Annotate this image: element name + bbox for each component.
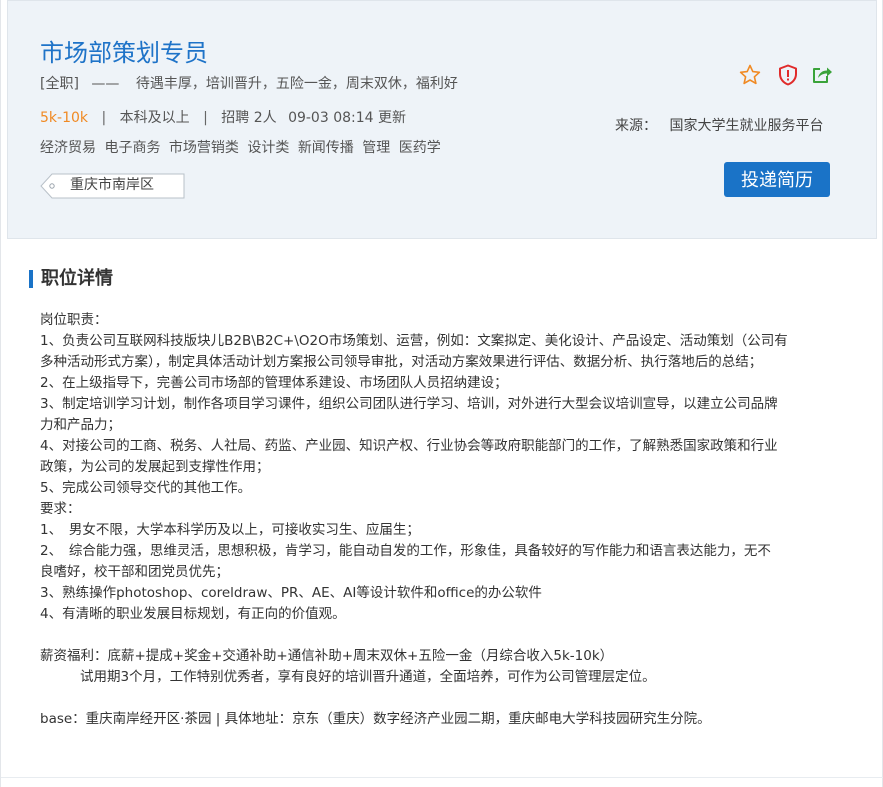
hiring-count: 招聘 2人 <box>221 110 277 126</box>
description-line: 要求： <box>40 501 81 517</box>
category-tag: 管理 <box>362 140 391 156</box>
description-line: 2、 综合能力强，思维灵活，思想积极，肯学习，能自动自发的工作，形象佳，具备较好… <box>40 543 771 559</box>
description-line: 试用期3个月，工作特别优秀者，享有良好的培训晋升通道，全面培养，可作为公司管理层… <box>80 669 656 685</box>
shield-alert-icon[interactable] <box>776 63 800 87</box>
location-tag[interactable]: 重庆市南岸区 <box>40 173 185 199</box>
description-line: 2、在上级指导下，完善公司市场部的管理体系建设、市场团队人员招纳建设； <box>40 375 508 391</box>
description-line: 4、有清晰的职业发展目标规划，有正向的价值观。 <box>40 606 346 622</box>
source-value: 国家大学生就业服务平台 <box>669 118 824 134</box>
description-line: 1、 男女不限，大学本科学历及以上，可接收实习生、应届生； <box>40 522 420 538</box>
description-line: 多种活动形式方案），制定具体活动计划方案报公司领导审批，对活动方案效果进行评估、… <box>40 354 763 370</box>
apply-resume-button[interactable]: 投递简历 <box>724 162 830 197</box>
salary: 5k-10k <box>40 110 88 126</box>
category-tag: 医药学 <box>398 140 441 156</box>
star-icon[interactable] <box>738 63 762 87</box>
section-title: 职位详情 <box>41 268 113 289</box>
description-line: 4、对接公司的工商、税务、人社局、药监、产业园、知识产权、行业协会等政府职能部门… <box>40 438 778 454</box>
category-tag: 经济贸易 <box>40 140 96 156</box>
meta-separator: | <box>101 110 107 126</box>
education: 本科及以上 <box>119 110 190 126</box>
description-line: 政策，为公司的发展起到支撑性作用； <box>40 459 270 475</box>
job-detail-page: 市场部策划专员 [全职] —— 待遇丰厚，培训晋升，五险一金，周末双休，福利好 … <box>0 0 883 787</box>
description-line: 3、熟练操作photoshop、coreldraw、PR、AE、AI等设计软件和… <box>40 585 542 601</box>
job-type: [全职] <box>40 76 79 92</box>
description-line: base：重庆南岸经开区·茶园 | 具体地址：京东（重庆）数字经济产业园二期，重… <box>40 711 711 727</box>
job-perks: 待遇丰厚，培训晋升，五险一金，周末双休，福利好 <box>135 76 458 92</box>
category-tag: 电子商务 <box>104 140 161 156</box>
category-tag: 市场营销类 <box>168 140 239 156</box>
description-line: 薪资福利：底薪+提成+奖金+交通补助+通信补助+周末双休+五险一金（月综合收入5… <box>40 648 614 664</box>
job-description: 岗位职责： 1、负责公司互联网科技版块儿B2B\B2C+\O2O市场策划、运营，… <box>40 310 850 730</box>
job-meta: 5k-10k | 本科及以上 | 招聘 2人 09-03 08:14 更新 <box>40 108 406 128</box>
action-icons <box>738 63 838 87</box>
updated-time: 09-03 08:14 更新 <box>288 110 406 126</box>
description-line: 1、负责公司互联网科技版块儿B2B\B2C+\O2O市场策划、运营，例如：文案拟… <box>40 333 788 349</box>
job-title: 市场部策划专员 <box>40 39 208 67</box>
location-text: 重庆市南岸区 <box>70 177 154 193</box>
tagline-dash: —— <box>91 76 120 92</box>
share-icon[interactable] <box>810 63 834 87</box>
section-title-bar <box>29 270 33 288</box>
category-tag: 设计类 <box>247 140 290 156</box>
description-line: 5、完成公司领导交代的其他工作。 <box>40 480 252 496</box>
job-source: 来源： 国家大学生就业服务平台 <box>615 116 823 136</box>
divider <box>1 777 883 778</box>
category-tag: 新闻传播 <box>297 140 354 156</box>
job-categories: 经济贸易 电子商务 市场营销类 设计类 新闻传播 管理 医药学 <box>40 138 445 158</box>
meta-separator: | <box>203 110 208 126</box>
description-line: 岗位职责： <box>40 312 108 328</box>
source-label: 来源： <box>615 118 657 134</box>
description-line: 力和产品力； <box>40 417 121 433</box>
job-tagline: [全职] —— 待遇丰厚，培训晋升，五险一金，周末双休，福利好 <box>40 74 458 94</box>
job-header-card: 市场部策划专员 [全职] —— 待遇丰厚，培训晋升，五险一金，周末双休，福利好 … <box>7 0 877 239</box>
description-line: 3、制定培训学习计划，制作各项目学习课件，组织公司团队进行学习、培训，对外进行大… <box>40 396 778 412</box>
description-line: 良嗜好，校干部和团党员优先； <box>40 564 229 580</box>
